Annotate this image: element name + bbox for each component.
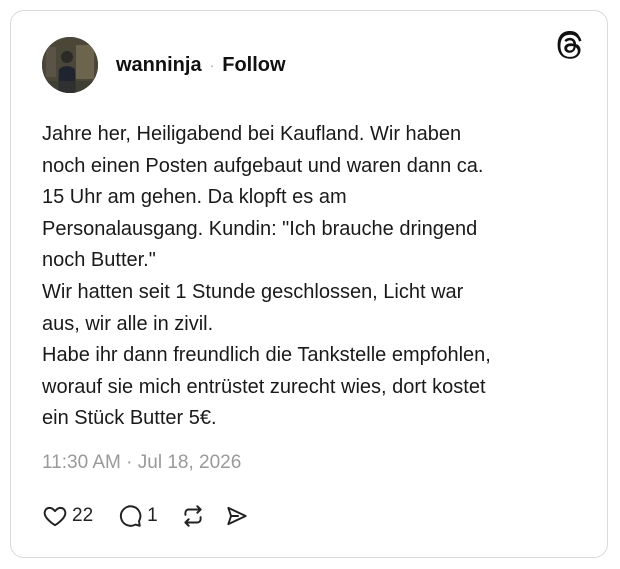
threads-logo-icon[interactable]	[555, 31, 585, 61]
share-button[interactable]	[224, 503, 250, 529]
reply-button[interactable]: 1	[117, 503, 158, 529]
follow-button[interactable]: Follow	[222, 54, 285, 77]
like-count: 22	[72, 505, 94, 526]
repost-button[interactable]	[180, 503, 206, 529]
like-button[interactable]: 22	[42, 503, 93, 529]
repost-icon	[180, 503, 206, 529]
action-bar: 22 1	[42, 502, 264, 530]
comment-bubble-icon	[117, 503, 143, 529]
heart-icon	[42, 503, 68, 529]
reply-count: 1	[147, 505, 158, 526]
post-header: wanninja · Follow	[42, 37, 286, 93]
author-name[interactable]: wanninja	[116, 54, 202, 77]
post-card: wanninja · Follow Jahre her, Heiligabend…	[10, 10, 608, 558]
avatar[interactable]	[42, 37, 98, 93]
post-text: Jahre her, Heiligabend bei Kaufland. Wir…	[42, 123, 491, 430]
separator-dot: ·	[209, 57, 215, 73]
post-timestamp[interactable]: 11:30 AM · Jul 18, 2026	[42, 452, 241, 474]
send-icon	[224, 503, 250, 529]
